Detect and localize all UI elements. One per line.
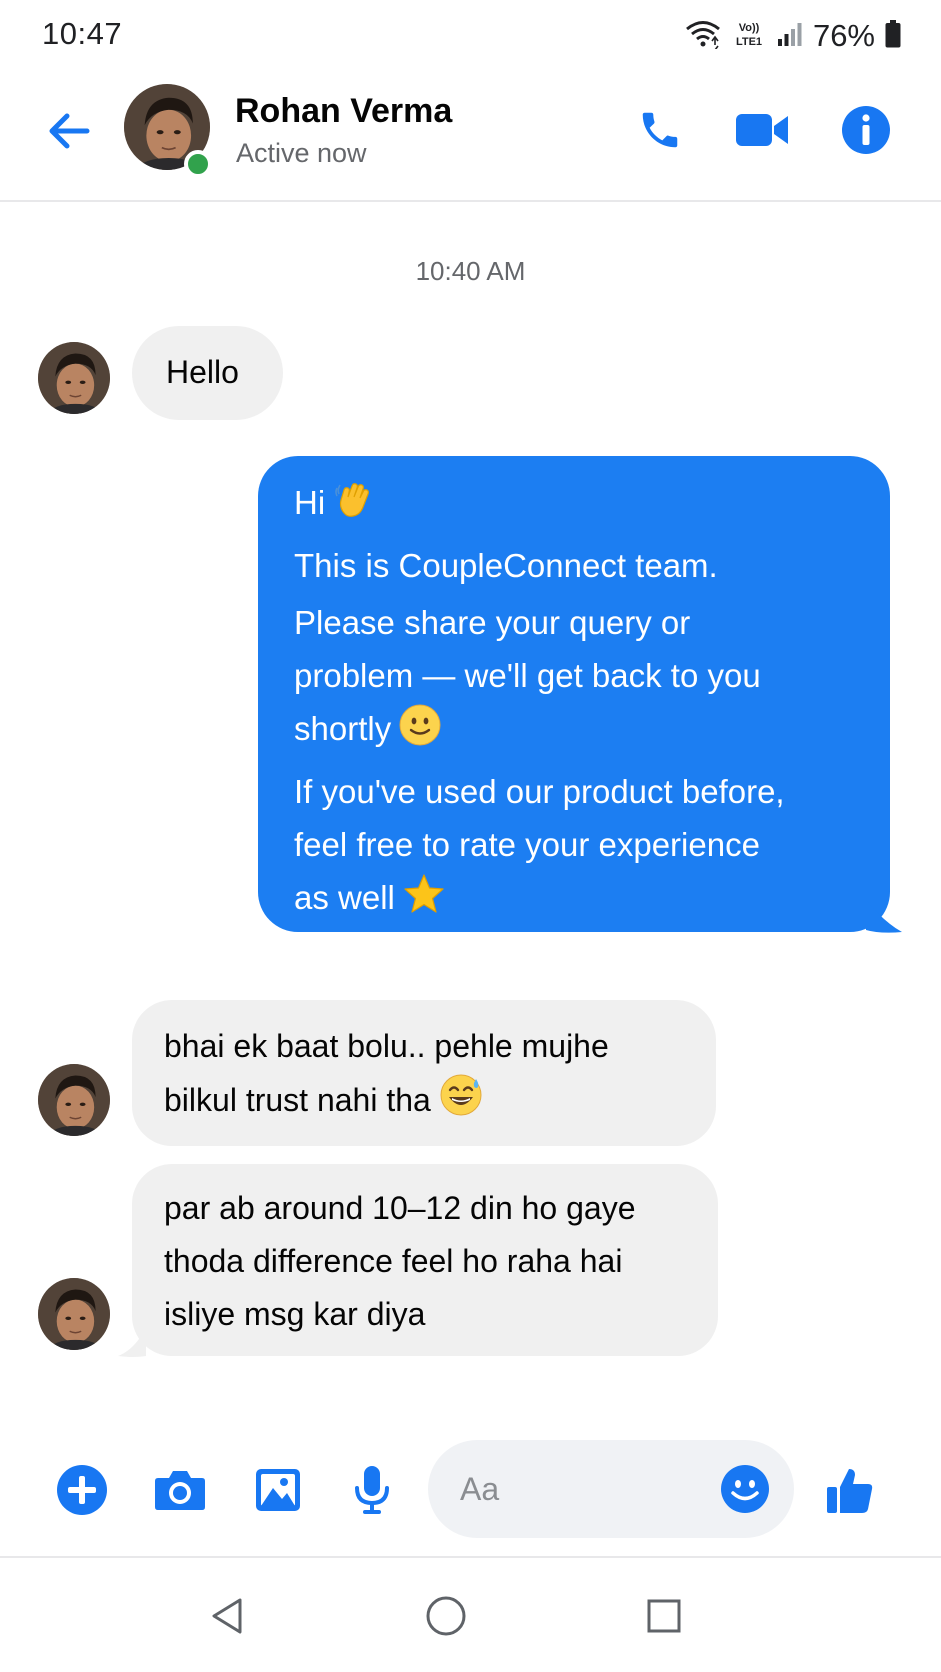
voice-message-button[interactable] (344, 1462, 400, 1518)
back-button[interactable] (44, 106, 94, 156)
outgoing-message-bubble[interactable]: Hi This is CoupleConnect team. Please sh… (258, 456, 890, 932)
camera-button[interactable] (152, 1462, 208, 1518)
video-camera-icon (736, 114, 788, 146)
message-text: isliye msg kar diya (164, 1296, 426, 1332)
system-back-button[interactable] (200, 1588, 256, 1644)
incoming-message-bubble[interactable]: par ab around 10–12 din ho gaye thoda di… (132, 1164, 718, 1356)
bubble-tail (118, 1328, 146, 1357)
message-text: problem — we'll get back to you (294, 657, 761, 694)
incoming-message-bubble[interactable]: bhai ek baat bolu.. pehle mujhe bilkul t… (132, 1000, 716, 1146)
sender-avatar[interactable] (38, 1278, 110, 1350)
message-line: as well (294, 871, 854, 930)
bubble-tail (866, 900, 902, 933)
message-text: as well (294, 879, 395, 916)
message-text: bilkul trust nahi tha (164, 1082, 431, 1118)
message-text: Hi (294, 484, 326, 521)
message-line: bilkul trust nahi tha (164, 1073, 684, 1133)
volte-lte-icon: Vo)) LTE1 (731, 19, 767, 54)
message-input[interactable] (460, 1466, 710, 1512)
message-list[interactable]: 10:40 AM Hello Hi This is CoupleConnect … (0, 204, 941, 1419)
gallery-button[interactable] (250, 1462, 306, 1518)
status-bar: 10:47 Vo)) LTE1 76% (0, 0, 941, 72)
sender-avatar[interactable] (38, 1064, 110, 1136)
svg-text:LTE1: LTE1 (736, 36, 762, 48)
message-text: thoda difference feel ho raha hai (164, 1243, 623, 1279)
camera-icon (155, 1471, 205, 1510)
contact-name[interactable]: Rohan Verma (235, 92, 452, 131)
signal-icon (777, 21, 803, 52)
gallery-icon (256, 1469, 300, 1511)
system-navigation-bar (0, 1556, 941, 1672)
emoji-icon (721, 1465, 769, 1513)
incoming-message-bubble[interactable]: Hello (132, 326, 283, 420)
battery-percentage: 76% (812, 18, 875, 53)
message-input-container[interactable] (428, 1440, 794, 1538)
message-text: If you've used our product before, (294, 773, 785, 810)
nav-home-icon (426, 1596, 466, 1636)
back-arrow-icon (49, 113, 90, 149)
nav-back-icon (212, 1598, 242, 1634)
message-text: Hello (166, 354, 239, 390)
slightly-smiling-face-emoji (399, 704, 441, 761)
battery-icon (885, 19, 901, 53)
more-actions-button[interactable] (54, 1462, 110, 1518)
message-line: Hi (294, 476, 854, 535)
conversation-header: Rohan Verma Active now (0, 72, 941, 202)
sender-avatar[interactable] (38, 342, 110, 414)
info-icon (842, 106, 890, 154)
thumbs-up-icon (827, 1469, 873, 1513)
plus-icon (57, 1465, 107, 1515)
message-text: shortly (294, 710, 392, 747)
nav-recents-icon (647, 1599, 681, 1633)
emoji-picker-button[interactable] (718, 1462, 772, 1516)
phone-icon (642, 112, 678, 148)
conversation-info-button[interactable] (838, 102, 894, 158)
message-text: Please share your query or (294, 604, 691, 641)
voice-call-button[interactable] (632, 102, 688, 158)
wifi-icon (685, 19, 721, 54)
grinning-face-with-sweat-emoji (439, 1073, 483, 1133)
contact-status: Active now (236, 138, 367, 168)
message-timestamp: 10:40 AM (415, 256, 526, 286)
message-text: bhai ek baat bolu.. pehle mujhe (164, 1028, 609, 1064)
system-home-button[interactable] (418, 1588, 474, 1644)
message-line: shortly (294, 702, 854, 761)
microphone-icon (355, 1466, 389, 1514)
waving-hand-emoji (333, 480, 373, 535)
video-call-button[interactable] (734, 102, 790, 158)
status-indicators: Vo)) LTE1 76% (685, 16, 901, 56)
system-recents-button[interactable] (636, 1588, 692, 1644)
message-text: This is CoupleConnect team. (294, 547, 718, 584)
status-time: 10:47 (42, 16, 123, 51)
send-like-button[interactable] (822, 1462, 878, 1518)
message-text: par ab around 10–12 din ho gaye (164, 1190, 636, 1226)
online-indicator (184, 150, 212, 178)
message-text: feel free to rate your experience (294, 826, 760, 863)
star-emoji (403, 873, 445, 930)
svg-text:Vo)): Vo)) (739, 22, 760, 34)
message-composer (0, 1420, 941, 1555)
